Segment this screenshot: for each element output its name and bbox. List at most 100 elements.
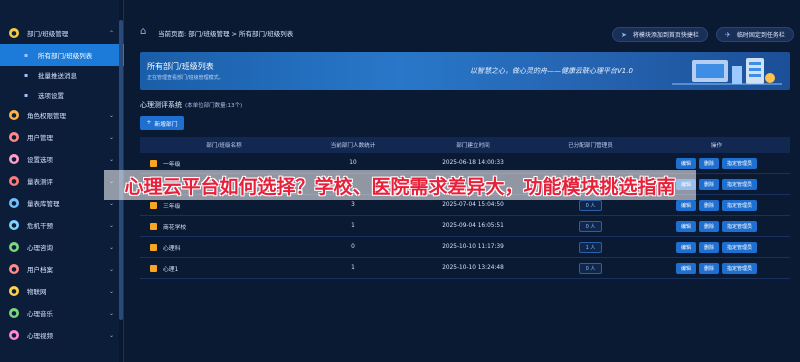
manager-count-badge[interactable]: 0 人 xyxy=(578,220,603,232)
sidebar-item-label: 批量推送消息 xyxy=(38,72,77,80)
section-title-text: 心理测评系统 xyxy=(140,101,182,109)
delete-button[interactable]: 删除 xyxy=(698,178,719,190)
consult-icon: ● xyxy=(9,242,19,252)
users-icon: ● xyxy=(9,28,19,38)
edit-button[interactable]: 编辑 xyxy=(675,157,696,169)
manager-count-badge[interactable]: 1 人 xyxy=(578,241,603,253)
sidebar-item-settings[interactable]: ▪ 选项设置 xyxy=(0,84,124,106)
caption-text: 心理云平台如何选择？学校、医院需求差异大，功能模块挑选指南 xyxy=(124,175,676,198)
assign-manager-button[interactable]: 指定管理员 xyxy=(722,199,758,211)
video-icon: ● xyxy=(9,330,19,340)
sidebar-item-crisis[interactable]: ● 危机干预 ⌄ xyxy=(0,214,124,236)
created-date: 2025-10-10 11:17:39 xyxy=(442,244,504,250)
department-name: 三年级 xyxy=(163,203,181,210)
sidebar-item-label: 部门/班级管理 xyxy=(27,30,69,38)
list-icon: ▪ xyxy=(23,51,29,59)
assign-manager-button[interactable]: 指定管理员 xyxy=(722,178,758,190)
sidebar-item-role[interactable]: ● 角色权限管理 ⌄ xyxy=(0,104,124,126)
created-date: 2025-07-04 15:04:50 xyxy=(442,202,504,208)
crisis-icon: ● xyxy=(9,220,19,230)
message-icon: ▪ xyxy=(23,71,29,79)
delete-button[interactable]: 删除 xyxy=(698,199,719,211)
plus-icon: + xyxy=(146,120,152,126)
edit-button[interactable]: 编辑 xyxy=(675,220,696,232)
caption-overlay: 心理云平台如何选择？学校、医院需求差异大，功能模块挑选指南 xyxy=(104,170,696,200)
created-date: 2025-10-10 13:24:48 xyxy=(442,265,504,271)
sidebar-item-label: 物联网 xyxy=(27,288,47,296)
sidebar-item-video[interactable]: ● 心理视频 ⌄ xyxy=(0,324,124,346)
add-department-button[interactable]: + 新增部门 xyxy=(140,116,184,130)
sidebar-item-label: 用户管理 xyxy=(27,134,53,142)
delete-button[interactable]: 删除 xyxy=(698,241,719,253)
chevron-down-icon: ⌄ xyxy=(108,221,114,229)
row-checkbox[interactable] xyxy=(150,222,157,230)
assign-manager-button[interactable]: 指定管理员 xyxy=(722,241,758,253)
header-date: 部门建立时间 xyxy=(456,143,490,149)
settings-icon: ▪ xyxy=(23,91,29,99)
sidebar-item-consult[interactable]: ● 心理咨询 ⌄ xyxy=(0,236,124,258)
sidebar-item-label: 心理咨询 xyxy=(27,244,53,252)
chevron-down-icon: ⌄ xyxy=(108,111,114,119)
department-name: 一年级 xyxy=(163,161,181,168)
table-header: 部门/班级名称 当前部门人数统计 部门建立时间 已分配部门管理员 操作 xyxy=(140,137,790,153)
delete-button[interactable]: 删除 xyxy=(698,262,719,274)
topbar: ⌂ 当前页面: 部门/班级管理 > 所有部门/班级列表 ➤ 将模块添加到首页快捷… xyxy=(126,20,794,44)
assign-manager-button[interactable]: 指定管理员 xyxy=(722,262,758,274)
sidebar-item-archive[interactable]: ● 用户档案 ⌄ xyxy=(0,258,124,280)
sidebar-item-music[interactable]: ● 心理音乐 ⌄ xyxy=(0,302,124,324)
sidebar-item-list[interactable]: ▪ 所有部门/班级列表 xyxy=(0,44,124,66)
created-date: 2025-09-04 16:05:51 xyxy=(442,223,504,229)
sidebar-item-label: 心理视频 xyxy=(27,332,53,340)
sidebar-item-label: 所有部门/班级列表 xyxy=(38,52,93,60)
manager-count-badge[interactable]: 0 人 xyxy=(578,262,603,274)
row-checkbox[interactable] xyxy=(150,201,157,209)
chevron-down-icon: ⌄ xyxy=(108,155,114,163)
music-icon: ● xyxy=(9,308,19,318)
sidebar-item-iot[interactable]: ● 物联网 ⌄ xyxy=(0,280,124,302)
department-name: 心理科 xyxy=(163,245,181,252)
member-count: 10 xyxy=(349,160,357,166)
header-actions: 操作 xyxy=(710,143,723,149)
row-checkbox[interactable] xyxy=(150,243,157,251)
sidebar-item-gear[interactable]: ● 设置选项 ⌄ xyxy=(0,148,124,170)
edit-button[interactable]: 编辑 xyxy=(675,241,696,253)
member-count: 3 xyxy=(351,202,355,208)
sidebar-item-users[interactable]: ● 部门/班级管理 ⌃ xyxy=(0,22,124,44)
sidebar-item-message[interactable]: ▪ 批量推送消息 xyxy=(0,64,124,86)
header-count: 当前部门人数统计 xyxy=(330,143,376,149)
sidebar-item-label: 设置选项 xyxy=(27,156,53,164)
banner-subtitle: 正在管理查看部门/班级管理模式。 xyxy=(147,75,224,81)
gear-icon: ● xyxy=(9,154,19,164)
manager-count-badge[interactable]: 0 人 xyxy=(578,199,603,211)
chevron-down-icon: ⌄ xyxy=(108,309,114,317)
add-to-shortcut-button[interactable]: ➤ 将模块添加到首页快捷栏 xyxy=(612,27,708,42)
row-checkbox[interactable] xyxy=(150,264,157,272)
table-row: 商花学校 1 2025-09-04 16:05:51 0 人 编辑 删除 指定管… xyxy=(140,216,790,237)
row-checkbox[interactable] xyxy=(150,159,157,167)
edit-button[interactable]: 编辑 xyxy=(675,199,696,211)
chevron-up-icon: ⌃ xyxy=(108,29,114,37)
section-title: 心理测评系统 (本单位部门数量:13个) xyxy=(140,100,242,110)
edit-button[interactable]: 编辑 xyxy=(675,262,696,274)
banner-title: 所有部门/班级列表 xyxy=(147,62,214,71)
delete-button[interactable]: 删除 xyxy=(698,157,719,169)
scale-icon: ● xyxy=(9,176,19,186)
header-name: 部门/班级名称 xyxy=(206,143,242,149)
department-count: (本单位部门数量:13个) xyxy=(185,103,243,109)
chevron-down-icon: ⌄ xyxy=(108,265,114,273)
chevron-down-icon: ⌄ xyxy=(108,287,114,295)
sidebar-item-label: 量表库管理 xyxy=(27,200,60,208)
pin-taskbar-label: 临时固定到任务栏 xyxy=(736,32,785,39)
pin-taskbar-button[interactable]: ✈ 临时固定到任务栏 xyxy=(716,27,794,42)
sidebar-item-user[interactable]: ● 用户管理 ⌄ xyxy=(0,126,124,148)
home-icon[interactable]: ⌂ xyxy=(140,26,151,37)
library-icon: ● xyxy=(9,198,19,208)
delete-button[interactable]: 删除 xyxy=(698,220,719,232)
assign-manager-button[interactable]: 指定管理员 xyxy=(722,157,758,169)
chevron-down-icon: ⌄ xyxy=(108,243,114,251)
assign-manager-button[interactable]: 指定管理员 xyxy=(722,220,758,232)
banner-slogan: 以智慧之心，做心灵的舟——健康云联心理平台V1.0 xyxy=(470,67,633,75)
member-count: 1 xyxy=(351,223,355,229)
chevron-down-icon: ⌄ xyxy=(108,133,114,141)
member-count: 1 xyxy=(351,265,355,271)
